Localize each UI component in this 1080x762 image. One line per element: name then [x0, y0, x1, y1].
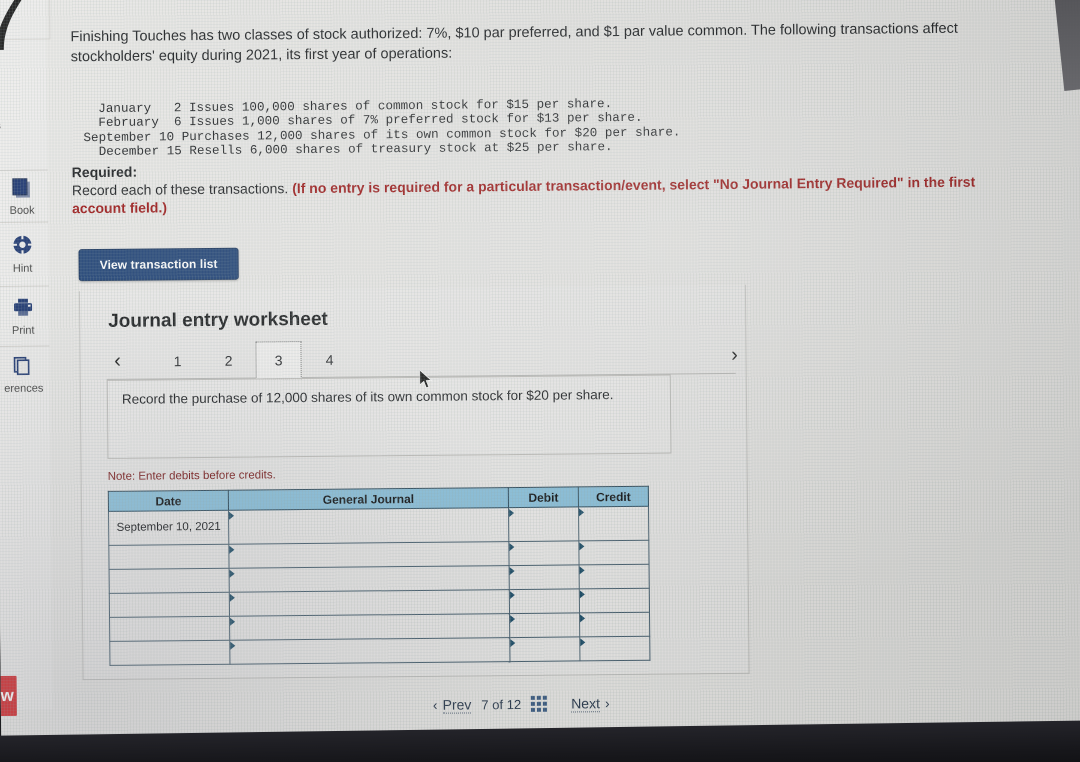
- worksheet-prev-icon[interactable]: ‹: [106, 348, 128, 374]
- tool-rail: 7 s Book: [0, 0, 53, 717]
- prev-button[interactable]: ‹ Prev: [432, 695, 472, 714]
- cell-credit[interactable]: [579, 588, 650, 613]
- references-icon: [0, 355, 50, 380]
- cell-credit[interactable]: [579, 636, 650, 661]
- pager: ‹ Prev 7 of 12 Next ›: [433, 688, 733, 719]
- print-icon: [0, 297, 49, 322]
- cell-date[interactable]: September 10, 2021: [108, 510, 229, 546]
- worksheet-next-icon[interactable]: ›: [723, 342, 745, 368]
- cell-account[interactable]: [229, 589, 510, 617]
- cell-date[interactable]: [109, 568, 230, 594]
- cell-date[interactable]: [108, 544, 230, 570]
- required-text: Record each of these transactions. (If n…: [72, 172, 1002, 217]
- grid-view-icon[interactable]: [531, 695, 548, 712]
- rail-label-print: Print: [11, 324, 35, 337]
- question-content: Finishing Touches has two classes of sto…: [46, 0, 1080, 737]
- col-header-date: Date: [108, 490, 229, 512]
- cell-date[interactable]: [109, 592, 230, 618]
- next-label: Next: [571, 694, 601, 712]
- table-row: [109, 636, 650, 666]
- mouse-cursor: [419, 369, 434, 395]
- worksheet-tab-2[interactable]: 2: [205, 342, 251, 379]
- rail-label-references: erences: [4, 382, 44, 395]
- ebook-icon: [0, 177, 48, 202]
- worksheet-tab-1[interactable]: 1: [154, 342, 200, 379]
- journal-entry-table: Date General Journal Debit Credit Septem…: [108, 486, 651, 666]
- question-paragraph: Finishing Touches has two classes of sto…: [70, 20, 958, 66]
- chevron-right-icon: ›: [604, 695, 610, 712]
- rail-item-hint[interactable]: Hint: [0, 233, 49, 275]
- cell-debit[interactable]: [509, 612, 580, 638]
- worksheet-prompt-box: Record the purchase of 12,000 shares of …: [106, 374, 672, 459]
- cell-account[interactable]: [229, 613, 510, 641]
- cell-debit[interactable]: [509, 564, 580, 590]
- chevron-left-icon: ‹: [432, 696, 438, 713]
- cell-date[interactable]: [109, 640, 230, 666]
- required-heading: Required:: [71, 163, 138, 181]
- view-transaction-list-button[interactable]: View transaction list: [78, 247, 239, 282]
- cell-debit[interactable]: [509, 588, 580, 614]
- worksheet-title: Journal entry worksheet: [108, 308, 328, 332]
- worksheet-prompt-text: Record the purchase of 12,000 shares of …: [121, 387, 614, 407]
- cell-account[interactable]: [228, 541, 510, 569]
- rail-label-hint: Hint: [12, 262, 33, 275]
- col-header-credit: Credit: [578, 486, 649, 507]
- cell-credit[interactable]: [578, 540, 650, 565]
- page-indicator: 7 of 12: [481, 696, 521, 711]
- transaction-list: January 2 Issues 100,000 shares of commo…: [83, 96, 681, 160]
- cell-credit[interactable]: [579, 612, 650, 637]
- required-instruction: Record each of these transactions.: [71, 180, 293, 199]
- prev-label: Prev: [442, 695, 472, 714]
- rail-partial-text: s: [0, 120, 1, 132]
- col-header-debit: Debit: [508, 486, 579, 508]
- page-total: 12: [506, 696, 522, 712]
- hint-icon: [0, 233, 49, 260]
- rail-item-references[interactable]: erences: [0, 355, 50, 395]
- cell-debit[interactable]: [508, 506, 579, 542]
- screen-surface: 7 s Book: [0, 0, 1080, 738]
- table-row: September 10, 2021: [108, 506, 649, 546]
- cell-account[interactable]: [228, 507, 509, 545]
- journal-entry-worksheet-panel: Journal entry worksheet ‹ 1 2 3 4 › Reco…: [78, 284, 750, 681]
- red-tag-badge[interactable]: w: [0, 675, 17, 717]
- cell-debit[interactable]: [508, 540, 580, 566]
- worksheet-tab-4[interactable]: 4: [306, 341, 352, 378]
- cell-credit[interactable]: [578, 506, 649, 541]
- cell-debit[interactable]: [509, 636, 580, 662]
- rail-item-ebook[interactable]: Book: [0, 177, 48, 217]
- worksheet-note: Note: Enter debits before credits.: [107, 469, 276, 483]
- page-current: 7: [481, 696, 489, 712]
- page-of: of: [492, 696, 504, 712]
- photographed-screen: 7 s Book: [0, 0, 1080, 762]
- col-header-journal: General Journal: [228, 487, 509, 511]
- cell-account[interactable]: [229, 637, 510, 665]
- cell-credit[interactable]: [579, 564, 650, 589]
- worksheet-tab-3[interactable]: 3: [255, 341, 302, 380]
- rail-label-ebook: Book: [9, 204, 35, 217]
- question-number: 7: [0, 0, 27, 70]
- cell-account[interactable]: [229, 565, 510, 593]
- next-button[interactable]: Next ›: [571, 694, 610, 712]
- cell-date[interactable]: [109, 616, 230, 642]
- rail-item-print[interactable]: Print: [0, 297, 49, 337]
